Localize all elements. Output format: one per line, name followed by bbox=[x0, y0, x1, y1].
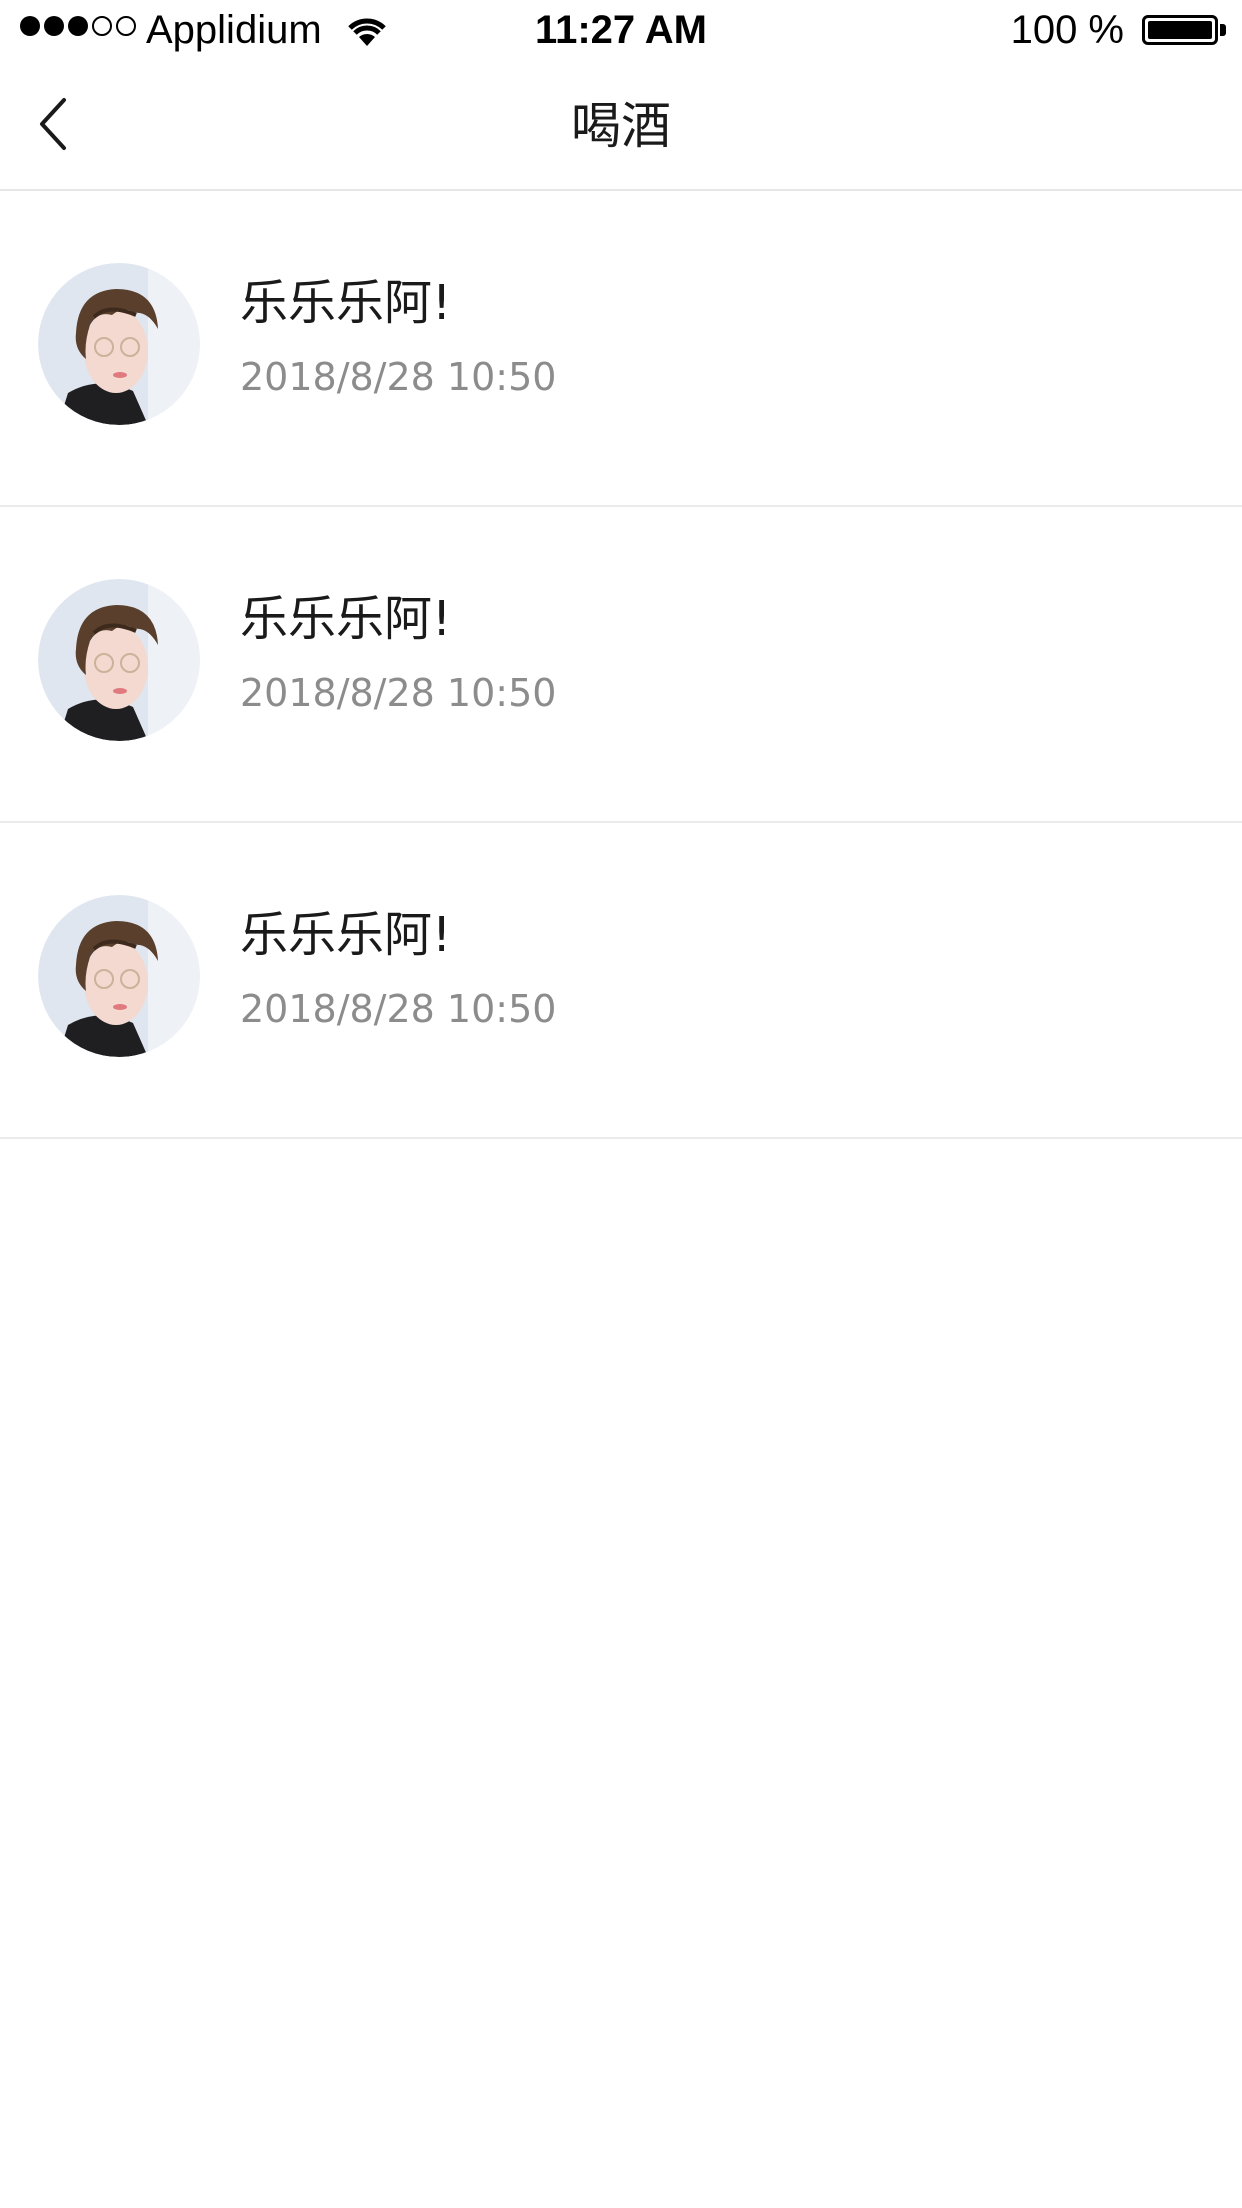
battery-icon bbox=[1142, 15, 1218, 45]
message-list: 乐乐乐阿! 2018/8/28 10:50 乐乐乐阿! 2018/8/28 10… bbox=[0, 191, 1242, 1139]
list-item[interactable]: 乐乐乐阿! 2018/8/28 10:50 bbox=[0, 507, 1242, 823]
list-item[interactable]: 乐乐乐阿! 2018/8/28 10:50 bbox=[0, 823, 1242, 1139]
item-timestamp: 2018/8/28 10:50 bbox=[240, 355, 557, 399]
item-name: 乐乐乐阿! bbox=[240, 275, 452, 331]
battery-level bbox=[1148, 21, 1212, 39]
page-title: 喝酒 bbox=[571, 97, 671, 155]
avatar bbox=[38, 579, 200, 741]
item-timestamp: 2018/8/28 10:50 bbox=[240, 671, 557, 715]
nav-bar: 喝酒 bbox=[0, 60, 1242, 191]
avatar bbox=[38, 263, 200, 425]
list-item[interactable]: 乐乐乐阿! 2018/8/28 10:50 bbox=[0, 191, 1242, 507]
avatar bbox=[38, 895, 200, 1057]
item-timestamp: 2018/8/28 10:50 bbox=[240, 987, 557, 1031]
battery-cap bbox=[1220, 24, 1226, 36]
item-name: 乐乐乐阿! bbox=[240, 591, 452, 647]
item-name: 乐乐乐阿! bbox=[240, 907, 452, 963]
status-bar: Applidium 11:27 AM 100 % bbox=[0, 0, 1242, 60]
battery-percentage: 100 % bbox=[1010, 8, 1124, 52]
